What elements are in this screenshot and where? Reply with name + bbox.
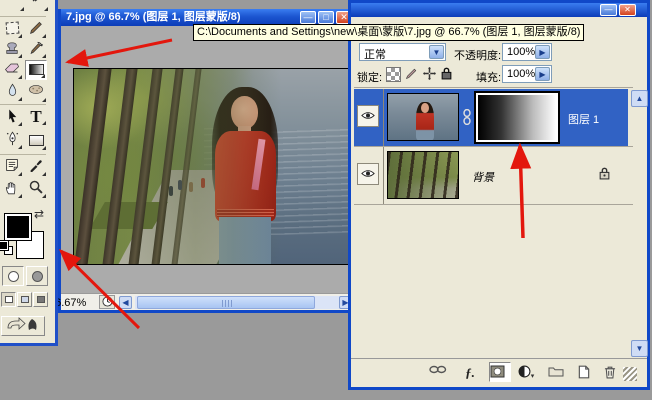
history-brush-tool[interactable]	[25, 40, 47, 59]
chevron-down-icon[interactable]: ▼	[429, 45, 444, 59]
layer-style-icon[interactable]: ƒ.	[461, 365, 479, 381]
hand-tool[interactable]	[1, 180, 23, 199]
hscroll-track[interactable]	[135, 296, 355, 309]
jump-to-imageready-button[interactable]	[1, 316, 45, 336]
hscroll-left-arrow[interactable]: ◀	[119, 296, 132, 309]
crop-tool[interactable]	[3, 0, 25, 12]
resize-grip[interactable]	[623, 367, 637, 381]
add-layer-mask-button[interactable]	[489, 362, 511, 382]
toolbox-palette: T ⇄	[0, 0, 58, 346]
layer-locked-icon	[599, 167, 610, 183]
document-status-bar: 66.67% ◀ ▶	[61, 293, 355, 310]
vscroll-up-arrow[interactable]: ▲	[631, 90, 648, 107]
swap-colors-icon[interactable]: ⇄	[34, 207, 44, 221]
layer-row-background[interactable]: 背景	[354, 147, 628, 204]
standard-mode-button[interactable]	[2, 266, 24, 286]
visibility-toggle[interactable]	[357, 163, 379, 185]
layer-mask-thumbnail-frame	[474, 91, 560, 144]
column-divider	[383, 147, 384, 204]
layer1-thumbnail[interactable]	[387, 93, 459, 141]
panel-minimize-button[interactable]: —	[600, 4, 617, 16]
thumbnail-face	[421, 103, 429, 113]
canvas-area[interactable]	[61, 26, 355, 293]
eraser-tool[interactable]	[1, 61, 23, 80]
new-group-icon[interactable]	[547, 365, 565, 381]
row-divider	[354, 204, 633, 205]
pen-tool[interactable]	[1, 131, 23, 150]
gradient-mask-thumbnail[interactable]	[478, 95, 556, 140]
layer-row-layer1[interactable]: 图层 1	[354, 89, 628, 146]
brush-tool[interactable]	[25, 20, 47, 39]
zoom-tool[interactable]	[25, 180, 47, 199]
photoshop-workspace: 7.jpg @ 66.7% (图层 1, 图层蒙版/8) — □ ✕	[0, 0, 652, 400]
link-layers-icon[interactable]	[429, 365, 447, 381]
fill-label: 填充:	[476, 69, 501, 85]
doc-minimize-button[interactable]: —	[300, 11, 316, 24]
hscroll-grip	[222, 300, 234, 307]
lock-transparency-icon[interactable]	[386, 67, 401, 82]
document-window: 7.jpg @ 66.7% (图层 1, 图层蒙版/8) — □ ✕	[58, 9, 358, 313]
path-selection-tool[interactable]	[1, 108, 23, 127]
lock-label: 锁定:	[357, 69, 382, 85]
path-tooltip: C:\Documents and Settings\new\桌面\蒙版\7.jp…	[193, 24, 584, 41]
chevron-right-icon[interactable]: ▶	[535, 45, 550, 59]
lock-all-icon[interactable]	[439, 67, 454, 82]
fullscreen-mode-button[interactable]	[33, 292, 48, 307]
doc-maximize-button[interactable]: □	[318, 11, 334, 24]
lock-image-icon[interactable]	[404, 67, 419, 82]
toolbox-divider	[0, 154, 46, 155]
mask-link-icon[interactable]	[462, 109, 474, 125]
shape-tool[interactable]	[25, 132, 47, 151]
sponge-tool[interactable]	[25, 84, 47, 103]
background-thumbnail[interactable]	[387, 151, 459, 199]
hscroll-thumb[interactable]	[137, 296, 315, 309]
opacity-label: 不透明度:	[454, 47, 501, 63]
delete-layer-icon[interactable]	[601, 365, 619, 381]
panel-close-button[interactable]: ✕	[619, 4, 636, 16]
toolbox-divider	[0, 16, 46, 17]
layer-name[interactable]: 图层 1	[568, 111, 599, 127]
adjustment-layer-icon[interactable]: ▾	[517, 365, 535, 381]
toolbox-divider	[0, 104, 46, 105]
photo-canvas[interactable]	[73, 68, 355, 265]
blur-tool[interactable]	[1, 83, 23, 102]
clone-stamp-tool[interactable]	[1, 40, 23, 59]
visibility-toggle[interactable]	[357, 105, 379, 127]
layers-panel: — ✕ 正常 ▼ 不透明度: 100% ▶ 锁定: 填充: 100% ▶	[348, 0, 650, 390]
layer-name[interactable]: 背景	[472, 169, 494, 185]
vscroll-down-arrow[interactable]: ▼	[631, 340, 648, 357]
default-colors-icon[interactable]	[0, 241, 13, 255]
patch-tool[interactable]	[1, 20, 23, 39]
fill-field[interactable]: 100% ▶	[502, 65, 552, 83]
panel-divider	[354, 87, 633, 88]
new-layer-icon[interactable]	[575, 365, 593, 381]
slice-tool[interactable]	[27, 0, 49, 12]
lock-position-icon[interactable]	[422, 67, 437, 82]
type-tool[interactable]: T	[25, 107, 47, 126]
eyedropper-tool[interactable]	[25, 158, 47, 177]
status-info-icon[interactable]	[99, 295, 115, 309]
chevron-right-icon[interactable]: ▶	[535, 67, 550, 81]
quick-mask-mode-button[interactable]	[26, 266, 48, 286]
notes-tool[interactable]	[1, 158, 23, 177]
layers-panel-bottom-bar: ƒ. ▾	[351, 358, 647, 387]
gradient-tool[interactable]	[25, 60, 47, 80]
blend-mode-dropdown[interactable]: 正常 ▼	[359, 43, 446, 61]
opacity-field[interactable]: 100% ▶	[502, 43, 552, 61]
fullscreen-menu-mode-button[interactable]	[17, 292, 32, 307]
standard-screen-mode-button[interactable]	[1, 292, 16, 307]
gradient-mask-blend-overlay	[74, 69, 355, 264]
foreground-color-swatch[interactable]	[4, 213, 32, 241]
column-divider	[383, 89, 384, 146]
